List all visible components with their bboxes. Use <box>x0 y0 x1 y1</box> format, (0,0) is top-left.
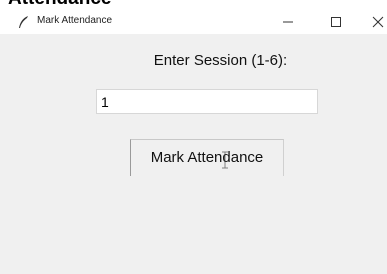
feather-icon <box>19 16 28 28</box>
page-heading-fragment: Attendance <box>0 0 387 10</box>
maximize-button[interactable] <box>318 10 354 34</box>
close-button[interactable] <box>360 10 387 34</box>
maximize-icon <box>331 17 341 27</box>
minimize-button[interactable] <box>270 10 306 34</box>
page: Attendance Mark Attendance Enter Session… <box>0 0 387 274</box>
window-titlebar[interactable]: Mark Attendance <box>0 10 387 34</box>
window-title: Mark Attendance <box>37 15 113 26</box>
page-heading: Attendance <box>8 0 111 10</box>
close-icon <box>372 16 384 28</box>
session-input[interactable] <box>96 89 318 114</box>
window-client-area: Enter Session (1-6): Mark Attendance <box>14 34 387 274</box>
minimize-icon <box>283 21 293 23</box>
text-cursor-icon <box>222 151 228 169</box>
mark-attendance-button[interactable]: Mark Attendance <box>130 139 284 176</box>
session-prompt-label: Enter Session (1-6): <box>153 52 288 69</box>
